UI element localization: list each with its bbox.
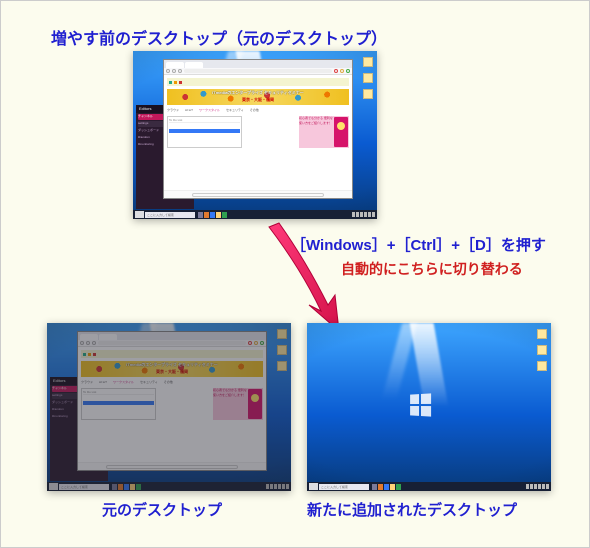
promo-panel: 初心者でも分かる 便利な使い方をご紹介します！ (299, 116, 349, 148)
pinned-apps (198, 212, 227, 218)
lightbulb-icon (248, 389, 262, 419)
banner-text: ITmediaのエンタープライズ セキュリティセミナー (167, 90, 349, 96)
page-nav: クラウド AI IoT ワークスタイル セキュリティ その他 (81, 380, 263, 385)
caption-original-desktop-bottom: 元のデスクトップ (102, 499, 222, 520)
pinned-apps (112, 484, 141, 490)
pinned-apps (372, 484, 401, 490)
ad-banner: ITmediaのエンタープライズ セキュリティセミナー 東京・大阪・福岡 (81, 361, 263, 377)
browser-tabstrip (78, 332, 266, 340)
page-footer (164, 190, 352, 198)
system-tray (352, 212, 375, 217)
card-title: To Do List (83, 390, 154, 395)
start-button-icon (135, 211, 144, 218)
taskbar-search: ここに入力して検索 (319, 484, 369, 490)
windows-logo-icon (411, 393, 432, 416)
card-title: To Do List (169, 118, 240, 123)
browser-window: ITmediaのエンタープライズ セキュリティセミナー 東京・大阪・福岡 クラウ… (163, 59, 353, 199)
caption-new-desktop: 新たに追加されたデスクトップ (307, 499, 517, 520)
taskbar: ここに入力して検索 (133, 210, 377, 219)
desktop-icons (363, 57, 373, 99)
taskbar-search: ここに入力して検索 (145, 212, 195, 218)
page-content: ITmediaのエンタープライズ セキュリティセミナー 東京・大阪・福岡 クラウ… (78, 347, 266, 470)
ad-banner: ITmediaのエンタープライズ セキュリティセミナー 東京・大阪・福岡 (167, 89, 349, 105)
desktop-icons (277, 329, 287, 371)
taskbar: ここに入力して検索 (47, 482, 291, 491)
todo-card: To Do List (167, 116, 242, 148)
promo-panel: 初心者でも分かる 便利な使い方をご紹介します！ (213, 388, 263, 420)
banner-text: ITmediaのエンタープライズ セキュリティセミナー (81, 362, 263, 368)
page-footer (78, 462, 266, 470)
browser-toolbar (164, 68, 352, 75)
promo-text: 初心者でも分かる 便利な使い方をご紹介します！ (213, 388, 247, 397)
auto-switch-note: 自動的にこちらに切り替わる (341, 259, 523, 279)
taskbar-search: ここに入力して検索 (59, 484, 109, 490)
keyboard-shortcut-instruction: ［Windows］+［Ctrl］+［D］を押す (291, 234, 546, 255)
browser-window: ITmediaのエンタープライズ セキュリティセミナー 東京・大阪・福岡 クラウ… (77, 331, 267, 471)
thumbnail-new-desktop: ここに入力して検索 (307, 323, 551, 491)
taskbar: ここに入力して検索 (307, 482, 551, 491)
thumbnail-original-desktop-top: Editors チャンネル settings ダッシュボード #random #… (133, 51, 377, 219)
todo-card: To Do List (81, 388, 156, 420)
lightbulb-icon (334, 117, 348, 147)
system-tray (266, 484, 289, 489)
system-tray (526, 484, 549, 489)
banner-subtext: 東京・大阪・福岡 (81, 369, 263, 375)
start-button-icon (49, 483, 58, 490)
thumbnail-original-desktop-bottom: Editors チャンネル settings ダッシュボード #random #… (47, 323, 291, 491)
page-nav: クラウド AI IoT ワークスタイル セキュリティ その他 (167, 108, 349, 113)
start-button-icon (309, 483, 318, 490)
browser-toolbar (78, 340, 266, 347)
promo-text: 初心者でも分かる 便利な使い方をご紹介します！ (299, 116, 333, 125)
banner-subtext: 東京・大阪・福岡 (167, 97, 349, 103)
caption-original-desktop: 増やす前のデスクトップ（元のデスクトップ） (51, 25, 387, 49)
desktop-icons (537, 329, 547, 371)
page-content: ITmediaのエンタープライズ セキュリティセミナー 東京・大阪・福岡 クラウ… (164, 75, 352, 198)
browser-tabstrip (164, 60, 352, 68)
